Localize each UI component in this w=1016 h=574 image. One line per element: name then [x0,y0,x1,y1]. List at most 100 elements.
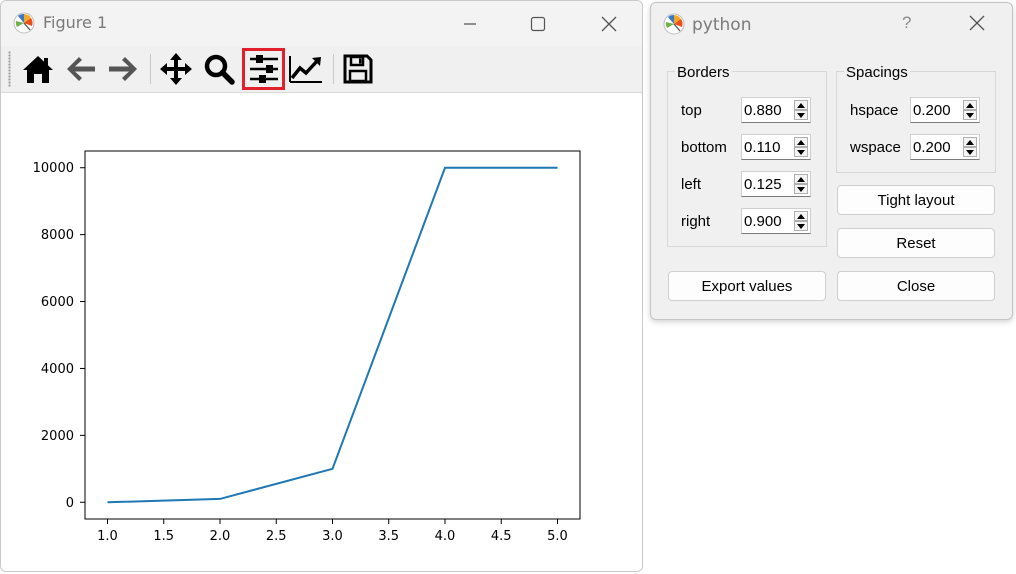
minimize-icon [464,22,476,25]
arrow-up-icon [797,139,805,145]
forward-icon [109,57,137,81]
y-tick-label: 10000 [33,161,74,176]
bottom-spinbox[interactable]: 0.110 [741,134,811,160]
home-icon [23,56,53,83]
spin-up-button[interactable] [794,211,808,221]
top-value: 0.880 [744,102,782,119]
arrow-down-icon [797,149,805,155]
arrow-down-icon [966,112,974,118]
y-tick-label: 6000 [41,295,74,310]
pan-icon [160,53,192,85]
forward-button[interactable] [104,50,142,88]
x-tick-label: 3.5 [378,529,399,544]
zoom-button[interactable] [200,50,238,88]
axes-frame [84,150,581,520]
help-button[interactable]: ? [902,13,911,33]
wspace-spinbox[interactable]: 0.200 [910,134,980,160]
close-icon [601,16,617,31]
navigation-toolbar [1,46,642,93]
customize-button[interactable] [287,50,325,88]
spin-down-button[interactable] [794,110,808,120]
subplot-config-dialog: python ? Borders top 0.880 bottom 0.110 … [650,2,1013,320]
arrow-down-icon [797,223,805,229]
spin-down-button[interactable] [963,147,977,157]
right-label: right [681,213,711,230]
spin-up-button[interactable] [963,100,977,110]
bottom-value: 0.110 [744,139,781,156]
spin-up-button[interactable] [794,137,808,147]
maximize-button[interactable] [515,1,561,46]
line-chart[interactable]: 1.0 1.5 2.0 2.5 3.0 3.5 4.0 4.5 5.0 0 2000 4000 6000… [1,93,642,571]
left-spinbox[interactable]: 0.125 [741,171,811,197]
dialog-title: python [692,15,752,35]
left-value: 0.125 [744,176,782,193]
back-button[interactable] [62,50,100,88]
x-tick-label: 1.5 [153,529,174,544]
x-tick-label: 4.0 [435,529,456,544]
tight-layout-button[interactable]: Tight layout [837,185,995,215]
subplots-button[interactable] [242,48,285,90]
figure-canvas[interactable]: 1.0 1.5 2.0 2.5 3.0 3.5 4.0 4.5 5.0 0 2000 4000 6000… [1,93,642,571]
matplotlib-icon [13,12,35,34]
top-label: top [681,102,702,119]
y-tick-label: 0 [66,496,74,511]
hspace-spinbox[interactable]: 0.200 [910,97,980,123]
close-icon[interactable] [969,15,985,31]
y-tick-label: 2000 [41,429,74,444]
maximize-icon [530,16,546,31]
hspace-label: hspace [850,102,899,119]
window-close-button[interactable] [586,1,632,46]
arrow-up-icon [966,102,974,108]
spin-up-button[interactable] [794,174,808,184]
arrow-up-icon [966,139,974,145]
arrow-up-icon [797,213,805,219]
x-tick-label: 4.5 [491,529,512,544]
subplots-icon [249,55,278,83]
toolbar-grip[interactable] [8,51,11,87]
spin-down-button[interactable] [794,147,808,157]
wspace-label: wspace [850,139,901,156]
figure-titlebar[interactable]: Figure 1 [1,1,642,46]
arrow-down-icon [797,112,805,118]
toolbar-separator [150,54,151,84]
x-tick-label: 2.5 [266,529,287,544]
top-spinbox[interactable]: 0.880 [741,97,811,123]
arrow-up-icon [797,176,805,182]
borders-group-label: Borders [675,64,732,81]
right-spinbox[interactable]: 0.900 [741,208,811,234]
x-tick-label: 2.0 [210,529,231,544]
arrow-down-icon [797,186,805,192]
home-button[interactable] [19,50,57,88]
back-icon [67,57,95,81]
minimize-button[interactable] [447,1,493,46]
spin-up-button[interactable] [963,137,977,147]
customize-icon [289,56,322,83]
spacings-group-label: Spacings [844,64,910,81]
figure-window: Figure 1 1.0 1.5 2.0 2.5 3.0 3.5 4.0 4.5… [0,0,643,572]
pan-button[interactable] [157,50,195,88]
hspace-value: 0.200 [913,102,951,119]
save-icon [343,54,373,84]
y-tick-label: 4000 [41,362,74,377]
reset-button[interactable]: Reset [837,228,995,258]
bottom-label: bottom [681,139,727,156]
x-tick-label: 1.0 [97,529,118,544]
wspace-value: 0.200 [913,139,951,156]
spin-down-button[interactable] [794,184,808,194]
toolbar-separator [333,54,334,84]
x-tick-label: 3.0 [322,529,343,544]
y-tick-label: 8000 [41,228,74,243]
spin-down-button[interactable] [794,221,808,231]
right-value: 0.900 [744,213,782,230]
arrow-down-icon [966,149,974,155]
export-values-button[interactable]: Export values [668,271,826,301]
save-button[interactable] [339,50,377,88]
spin-down-button[interactable] [963,110,977,120]
zoom-icon [204,54,235,85]
x-tick-label: 5.0 [547,529,568,544]
figure-title: Figure 1 [43,13,108,32]
arrow-up-icon [797,102,805,108]
spin-up-button[interactable] [794,100,808,110]
matplotlib-icon [663,13,685,35]
close-button[interactable]: Close [837,271,995,301]
